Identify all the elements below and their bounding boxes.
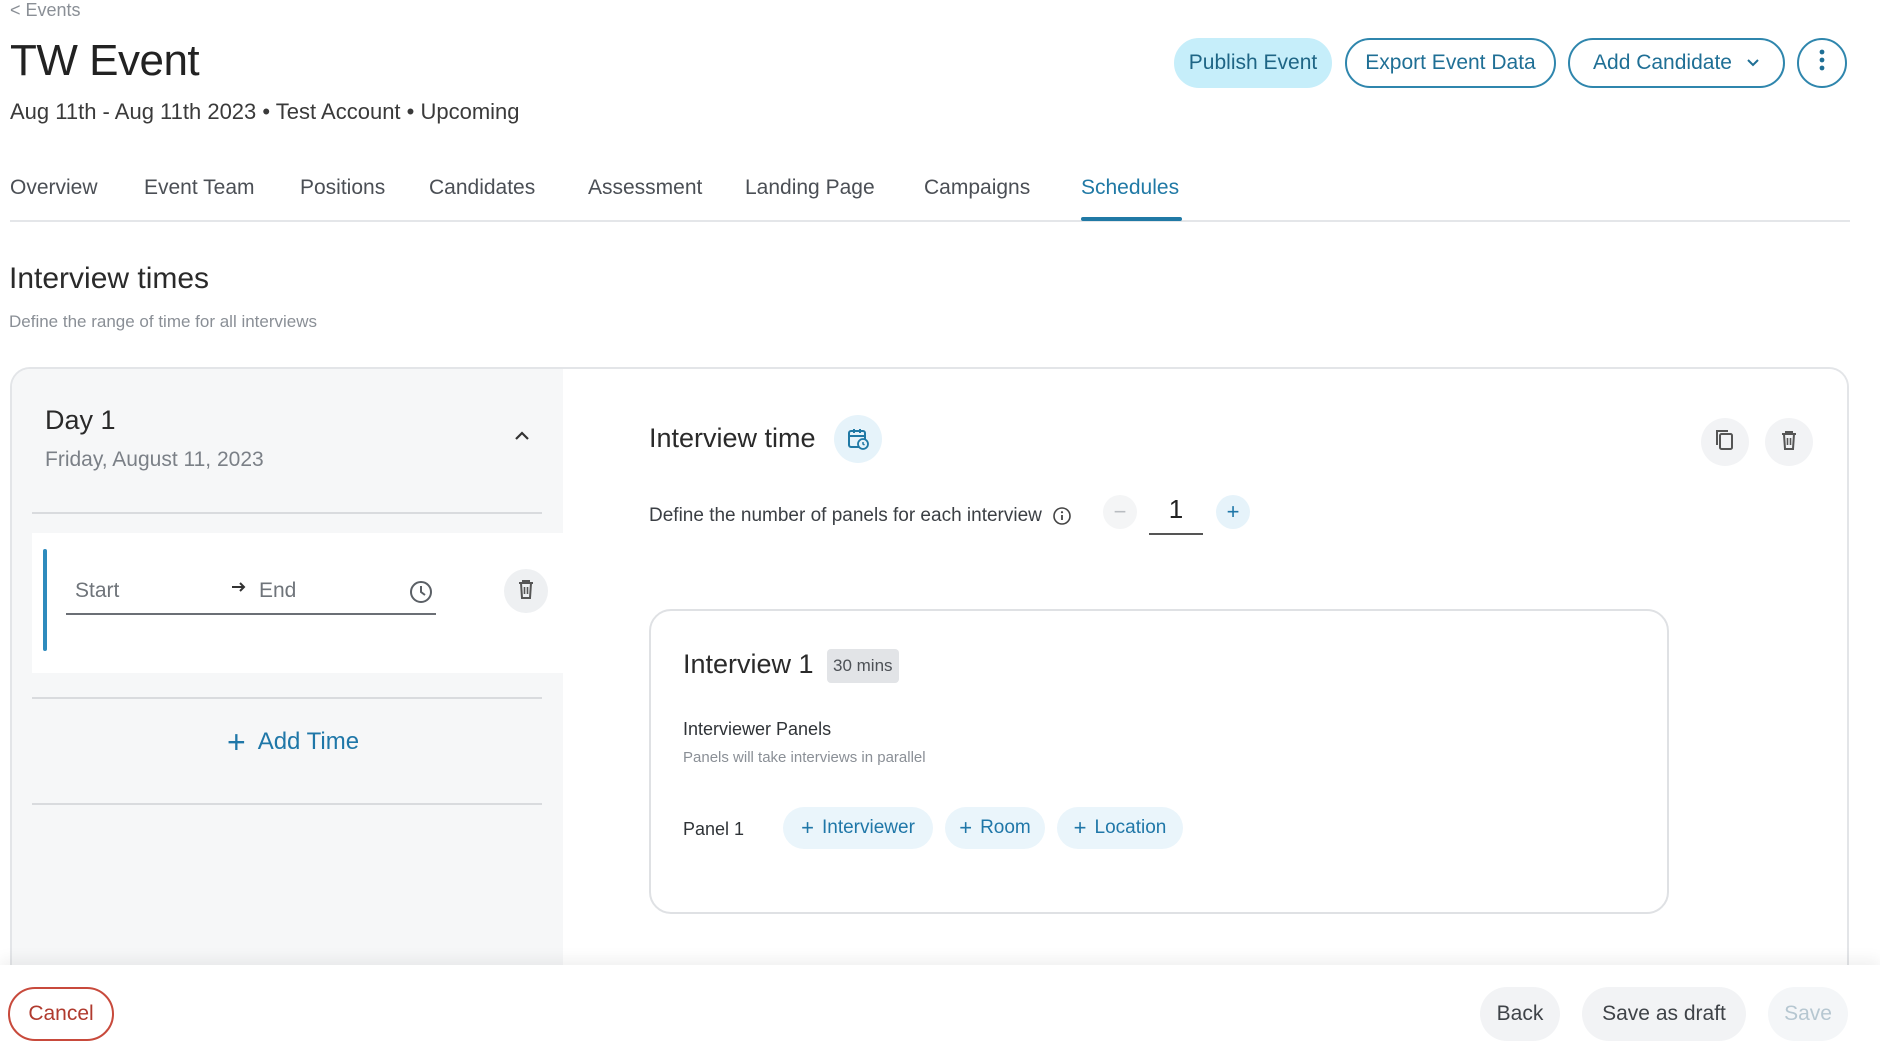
event-subtitle: Aug 11th - Aug 11th 2023 • Test Account … [10,99,520,124]
event-schedules-page: < Events TW Event Aug 11th - Aug 11th 20… [0,0,1880,1056]
add-time-button[interactable]: + Add Time [227,726,359,758]
panel-label: Panel 1 [683,819,745,839]
duration-badge: 30 mins [827,649,899,683]
export-event-data-button[interactable]: Export Event Data [1345,38,1556,88]
tab-candidates[interactable]: Candidates [429,176,535,200]
calendar-icon[interactable] [834,415,882,463]
active-tab-indicator [1081,217,1182,221]
delete-time-button[interactable] [504,569,548,613]
day-title: Day 1 [45,405,116,435]
back-to-events-link[interactable]: < Events [10,0,81,21]
interview-time-title: Interview time [649,423,816,453]
tab-overview[interactable]: Overview [10,176,98,200]
tab-positions[interactable]: Positions [300,176,385,200]
save-as-draft-button[interactable]: Save as draft [1582,987,1746,1041]
panels-count-input[interactable]: 1 [1149,483,1203,535]
time-range-input[interactable]: Start End [66,569,436,615]
trash-icon [516,578,536,605]
divider [32,803,542,805]
copy-icon [1714,428,1736,457]
interview-time-panel: Interview time Define the number of pane… [563,369,1847,987]
time-slot-row: Start End [32,533,563,673]
add-interviewer-label: Interviewer [821,817,915,838]
more-options-button[interactable] [1797,38,1847,88]
tab-landing-page[interactable]: Landing Page [745,176,875,200]
page-title: TW Event [10,36,200,85]
section-title: Interview times [9,262,210,295]
plus-icon: + [1073,815,1087,840]
tab-assessment[interactable]: Assessment [588,176,702,200]
add-candidate-label: Add Candidate [1593,51,1732,74]
tab-event-team[interactable]: Event Team [144,176,255,200]
duplicate-button[interactable] [1701,418,1749,466]
add-interviewer-chip[interactable]: + Interviewer [783,807,933,849]
plus-icon: + [801,815,814,840]
add-time-label: Add Time [257,728,360,755]
panels-count-label: Define the number of panels for each int… [649,505,1072,527]
back-button[interactable]: Back [1480,987,1560,1041]
end-time-placeholder: End [259,579,297,602]
more-vertical-icon [1819,49,1825,77]
arrow-right-icon [229,577,249,603]
event-tabs: Overview Event Team Positions Candidates… [10,170,1850,222]
interview-title: Interview 1 [683,649,814,679]
plus-icon: + [227,724,246,760]
footer-bar: Cancel Back Save as draft Save [0,965,1880,1056]
add-candidate-button[interactable]: Add Candidate [1568,38,1785,88]
time-slot-accent [43,549,47,651]
add-room-chip[interactable]: + Room [945,807,1045,849]
info-icon[interactable] [1052,506,1072,526]
chevron-up-icon[interactable] [510,424,534,448]
interview-card: Interview 1 30 mins Interviewer Panels P… [649,609,1669,914]
divider [32,697,542,699]
plus-icon: + [959,815,973,840]
day-date: Friday, August 11, 2023 [45,448,264,471]
add-location-chip[interactable]: + Location [1057,807,1183,849]
add-location-label: Location [1094,817,1167,838]
save-button[interactable]: Save [1768,987,1848,1041]
start-time-placeholder: Start [75,579,120,602]
clock-icon[interactable] [408,579,434,605]
add-room-label: Room [980,817,1031,838]
cancel-button[interactable]: Cancel [8,987,114,1041]
schedule-card: Day 1 Friday, August 11, 2023 Start End [10,367,1849,987]
interviewer-panels-title: Interviewer Panels [683,719,832,739]
interviewer-panels-subtitle: Panels will take interviews in parallel [683,749,926,766]
divider [32,512,542,514]
decrement-panels-button[interactable]: − [1103,495,1137,529]
panels-count-text: Define the number of panels for each int… [649,505,1042,526]
section-subtitle: Define the range of time for all intervi… [9,312,318,331]
publish-event-button[interactable]: Publish Event [1174,38,1332,88]
day-panel: Day 1 Friday, August 11, 2023 Start End [12,369,563,987]
chevron-down-icon [1746,55,1760,71]
delete-interview-time-button[interactable] [1765,418,1813,466]
trash-icon [1779,429,1799,456]
increment-panels-button[interactable]: + [1216,495,1250,529]
tab-schedules[interactable]: Schedules [1081,176,1179,200]
tab-campaigns[interactable]: Campaigns [924,176,1030,200]
